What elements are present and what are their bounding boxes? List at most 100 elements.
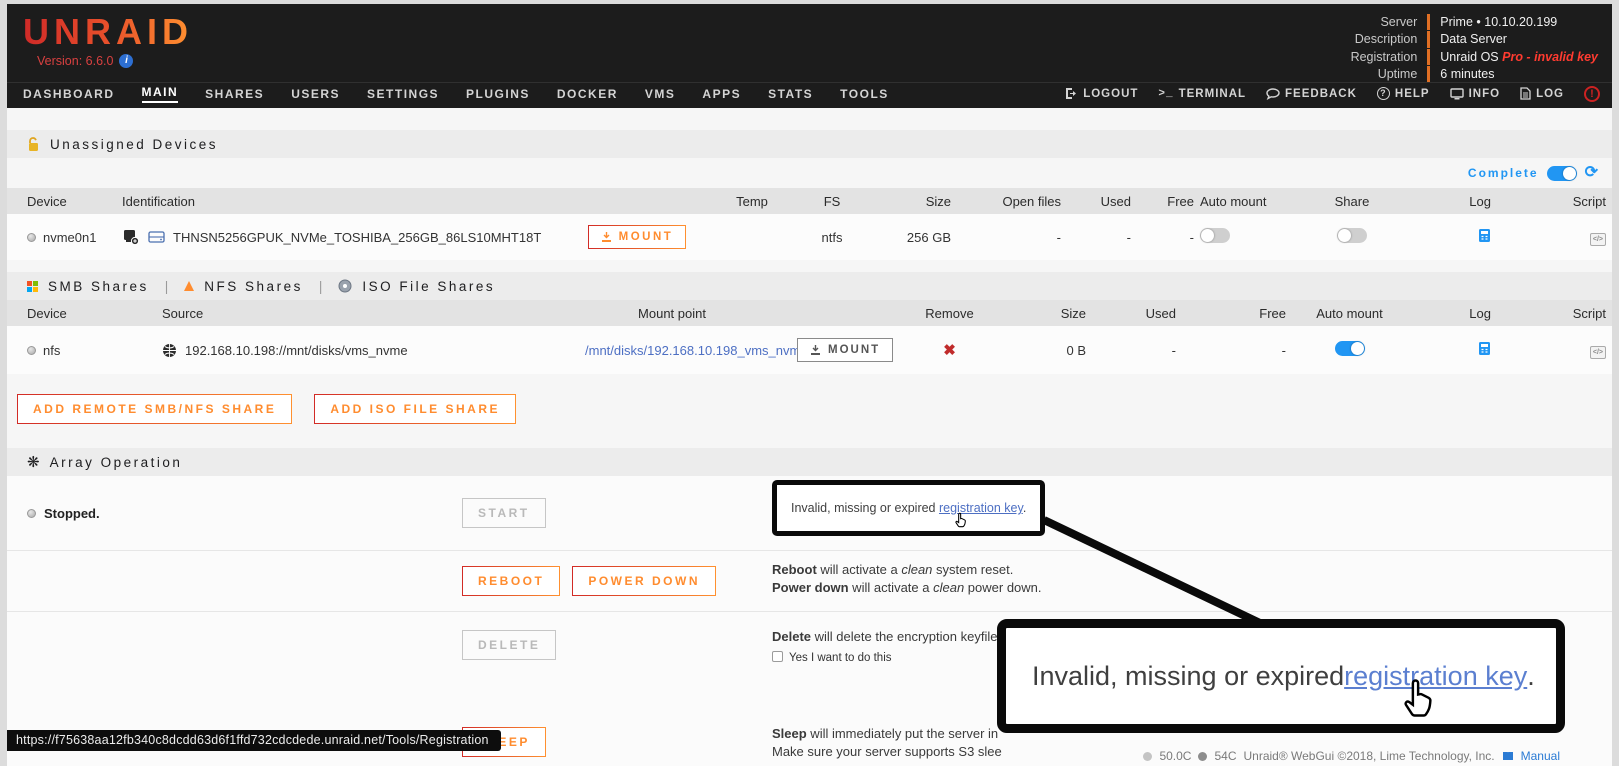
mount-button[interactable]: MOUNT	[588, 225, 687, 249]
delete-confirm-label: Yes I want to do this	[789, 652, 892, 664]
add-share-buttons: ADD REMOTE SMB/NFS SHARE ADD ISO FILE SH…	[17, 394, 1612, 424]
identification-cell: THNSN5256GPUK_NVMe_TOSHIBA_256GB_86LS10M…	[122, 228, 567, 246]
refresh-icon[interactable]: ⟳	[1585, 166, 1598, 180]
link-status-bar: https://f75638aa12fb340c8dcdd63d6f1ffd73…	[7, 730, 501, 751]
source-cell: 192.168.10.198://mnt/disks/vms_nvme	[162, 343, 547, 358]
script-icon[interactable]: </>	[1590, 233, 1606, 246]
spacer	[7, 551, 462, 611]
log-cell	[1407, 228, 1497, 246]
tab-dashboard[interactable]: DASHBOARD	[23, 87, 115, 101]
section-unassigned-devices: Unassigned Devices	[7, 130, 1612, 158]
log-icon[interactable]	[1478, 341, 1491, 356]
used-cell: -	[1092, 343, 1182, 358]
section-array-operation: ❋ Array Operation	[7, 448, 1612, 476]
unraid-logo: UNRAID	[23, 12, 193, 52]
script-icon[interactable]: </>	[1590, 346, 1606, 359]
tab-plugins[interactable]: PLUGINS	[466, 87, 530, 101]
add-remote-smb-nfs-share-button[interactable]: ADD REMOTE SMB/NFS SHARE	[17, 394, 292, 424]
mount-point-cell: /mnt/disks/192.168.10.198_vms_nvme	[547, 343, 797, 358]
spacer	[7, 612, 462, 697]
delete-confirm-checkbox[interactable]	[772, 651, 783, 662]
tab-iso-file-shares[interactable]: ISO File Shares	[362, 279, 495, 294]
device-cell: nfs	[27, 343, 162, 358]
device-identification[interactable]: THNSN5256GPUK_NVMe_TOSHIBA_256GB_86LS10M…	[173, 230, 541, 245]
cursor-pointer-icon	[953, 511, 969, 529]
section-remote-shares: SMB Shares | NFS Shares | ISO File Share…	[7, 272, 1612, 300]
feedback-button[interactable]: FEEDBACK	[1266, 88, 1357, 100]
registration-label: Registration	[1351, 49, 1418, 65]
complete-toggle[interactable]	[1547, 166, 1577, 181]
uptime-label: Uptime	[1351, 66, 1418, 82]
add-disk-icon[interactable]	[122, 228, 140, 246]
delete-button[interactable]: DELETE	[462, 630, 556, 660]
page-footer: 50.0C 54C Unraid® WebGui ©2018, Lime Tec…	[1143, 749, 1560, 763]
footer-temp-2: 54C	[1214, 749, 1236, 763]
manual-link[interactable]: Manual	[1521, 749, 1560, 763]
reboot-cell: REBOOT POWER DOWN	[462, 551, 772, 611]
tab-settings[interactable]: SETTINGS	[367, 87, 439, 101]
nfs-icon	[184, 281, 194, 291]
log-icon[interactable]	[1478, 228, 1491, 243]
shares-table-header: Device Source Mount point Remove Size Us…	[7, 300, 1612, 326]
tab-vms[interactable]: VMS	[645, 87, 676, 101]
share-toggle[interactable]	[1337, 228, 1367, 243]
mount-cell: MOUNT	[797, 338, 892, 362]
script-cell: </>	[1497, 229, 1612, 246]
reboot-button[interactable]: REBOOT	[462, 566, 560, 596]
tab-stats[interactable]: STATS	[768, 87, 813, 101]
tab-docker[interactable]: DOCKER	[557, 87, 618, 101]
cursor-pointer-icon-large	[1398, 674, 1440, 722]
smb-windows-icon	[27, 281, 38, 292]
array-status: Stopped.	[7, 476, 462, 550]
tab-tools[interactable]: TOOLS	[840, 87, 889, 101]
mount-point-link[interactable]: /mnt/disks/192.168.10.198_vms_nvme	[585, 343, 808, 358]
page-header: UNRAID Version: 6.6.0 i Server Prime • 1…	[7, 4, 1612, 82]
array-operation-icon: ❋	[27, 453, 40, 471]
tab-apps[interactable]: APPS	[702, 87, 741, 101]
logout-button[interactable]: LOGOUT	[1065, 87, 1138, 100]
log-button[interactable]: LOG	[1520, 87, 1564, 100]
manual-book-icon	[1502, 750, 1514, 762]
auto-mount-cell	[1200, 228, 1297, 246]
temp-dot-1	[1143, 752, 1152, 761]
zoom-connector-line	[1022, 504, 1272, 634]
mount-button-nfs[interactable]: MOUNT	[797, 338, 893, 362]
help-icon: ?	[1377, 87, 1390, 100]
free-cell: -	[1137, 230, 1200, 245]
device-status-dot	[27, 346, 36, 355]
registration-key-link[interactable]: registration key	[939, 501, 1023, 515]
tab-nfs-shares[interactable]: NFS Shares	[204, 279, 303, 294]
tab-smb-shares[interactable]: SMB Shares	[48, 279, 149, 294]
registration-warning-box: Invalid, missing or expired registration…	[772, 480, 1045, 536]
alert-icon[interactable]: !	[1584, 86, 1600, 102]
auto-mount-toggle[interactable]	[1200, 228, 1230, 243]
tab-main[interactable]: MAIN	[142, 85, 179, 103]
remove-icon[interactable]: ✖	[892, 341, 1007, 359]
complete-label: Complete	[1468, 166, 1539, 180]
invalid-key-text: Pro - invalid key	[1502, 50, 1598, 64]
device-status-dot	[27, 233, 36, 242]
mount-icon	[601, 232, 612, 243]
terminal-button[interactable]: >_ TERMINAL	[1158, 88, 1246, 100]
version-info-icon[interactable]: i	[119, 54, 133, 68]
share-cell	[1297, 228, 1407, 246]
help-button[interactable]: ? HELP	[1377, 87, 1430, 100]
unraid-page: UNRAID Version: 6.6.0 i Server Prime • 1…	[7, 4, 1612, 766]
delete-cell: DELETE	[462, 612, 772, 697]
tab-users[interactable]: USERS	[291, 87, 340, 101]
server-label: Server	[1351, 14, 1418, 30]
start-button[interactable]: START	[462, 498, 546, 528]
auto-mount-toggle[interactable]	[1335, 341, 1365, 356]
iso-disc-icon	[338, 279, 352, 293]
device-cell: nvme0n1	[27, 230, 122, 245]
registration-value: Unraid OS Pro - invalid key	[1427, 49, 1598, 65]
feedback-icon	[1266, 88, 1280, 100]
auto-mount-cell	[1292, 341, 1407, 359]
info-button[interactable]: INFO	[1450, 88, 1500, 100]
server-value: Prime • 10.10.20.199	[1427, 14, 1598, 30]
add-iso-file-share-button[interactable]: ADD ISO FILE SHARE	[314, 394, 516, 424]
brand-block: UNRAID Version: 6.6.0 i	[23, 12, 193, 82]
tab-shares[interactable]: SHARES	[205, 87, 264, 101]
logout-icon	[1065, 87, 1078, 100]
power-down-button[interactable]: POWER DOWN	[572, 566, 716, 596]
